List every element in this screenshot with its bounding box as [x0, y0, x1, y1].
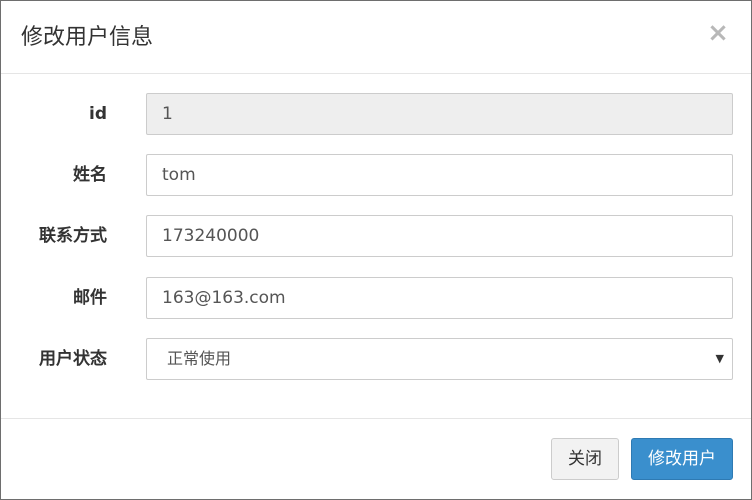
phone-field[interactable] [146, 215, 733, 257]
dialog-footer: 关闭 修改用户 [1, 418, 751, 500]
email-field[interactable] [146, 277, 733, 319]
close-button[interactable]: 关闭 [551, 438, 619, 480]
form-row-status: 用户状态 正常使用 ▼ [1, 338, 751, 380]
dialog-header: 修改用户信息 × [1, 1, 751, 74]
submit-edit-user-button[interactable]: 修改用户 [631, 438, 733, 480]
id-label: id [89, 104, 107, 124]
close-icon[interactable]: × [707, 19, 729, 47]
form-row-phone: 联系方式 [1, 215, 751, 257]
edit-user-dialog: 修改用户信息 × id 姓名 联系方式 邮件 用户状态 正常使用 ▼ 关 [0, 0, 752, 500]
id-field[interactable] [146, 93, 733, 135]
dialog-body: id 姓名 联系方式 邮件 用户状态 正常使用 ▼ [1, 74, 751, 418]
form-row-id: id [1, 93, 751, 135]
chevron-down-icon: ▼ [715, 352, 724, 365]
name-label: 姓名 [73, 165, 107, 185]
email-label: 邮件 [73, 288, 107, 308]
form-row-email: 邮件 [1, 277, 751, 319]
status-select[interactable]: 正常使用 ▼ [146, 338, 733, 380]
form-row-name: 姓名 [1, 154, 751, 196]
name-field[interactable] [146, 154, 733, 196]
phone-label: 联系方式 [39, 226, 107, 246]
dialog-title: 修改用户信息 [21, 25, 154, 50]
status-label: 用户状态 [39, 349, 107, 369]
status-selected-value: 正常使用 [167, 349, 232, 368]
